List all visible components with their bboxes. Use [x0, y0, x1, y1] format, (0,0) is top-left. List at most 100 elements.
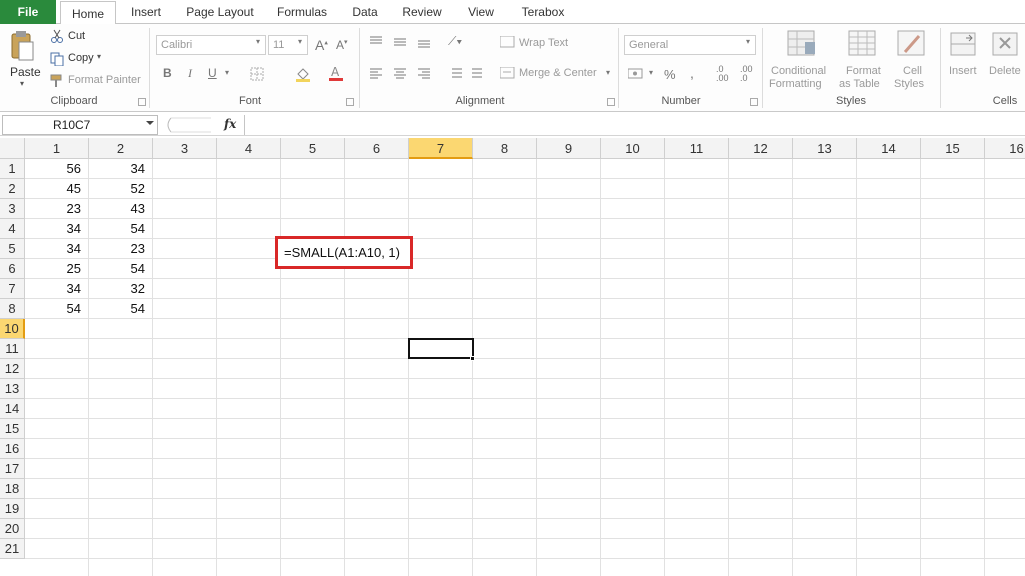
- cell-r4c2[interactable]: 54: [89, 219, 153, 239]
- tab-page-layout[interactable]: Page Layout: [184, 0, 256, 24]
- column-header-5[interactable]: 5: [281, 138, 345, 159]
- tab-terabox[interactable]: Terabox: [516, 0, 570, 24]
- decrease-decimal-icon[interactable]: .00.0: [740, 65, 753, 83]
- clipboard-launcher-icon[interactable]: [138, 98, 146, 106]
- cell-r3c2[interactable]: 43: [89, 199, 153, 219]
- row-header-15[interactable]: 15: [0, 419, 25, 439]
- merge-center-icon[interactable]: [499, 66, 516, 82]
- tab-review[interactable]: Review: [400, 0, 444, 24]
- cell-r2c1[interactable]: 45: [25, 179, 89, 199]
- row-header-12[interactable]: 12: [0, 359, 25, 379]
- column-header-15[interactable]: 15: [921, 138, 985, 159]
- row-header-1[interactable]: 1: [0, 159, 25, 179]
- row-header-20[interactable]: 20: [0, 519, 25, 539]
- tab-insert[interactable]: Insert: [126, 0, 166, 24]
- bold-button[interactable]: B: [163, 66, 172, 80]
- insert-cells-button[interactable]: Insert: [949, 65, 977, 77]
- italic-button[interactable]: I: [188, 66, 192, 81]
- accounting-dropdown-icon[interactable]: ▾: [649, 68, 653, 77]
- font-launcher-icon[interactable]: [346, 98, 354, 106]
- cut-button[interactable]: Cut: [68, 30, 85, 42]
- cell-styles-icon[interactable]: [897, 30, 927, 61]
- copy-button[interactable]: Copy: [68, 52, 94, 64]
- indent-icon[interactable]: [446, 67, 484, 84]
- tab-file[interactable]: File: [0, 0, 56, 24]
- borders-icon[interactable]: [250, 67, 264, 84]
- row-header-5[interactable]: 5: [0, 239, 25, 259]
- cell-r7c2[interactable]: 32: [89, 279, 153, 299]
- number-launcher-icon[interactable]: [750, 98, 758, 106]
- copy-dropdown-icon[interactable]: ▾: [97, 52, 101, 61]
- column-header-14[interactable]: 14: [857, 138, 921, 159]
- insert-function-button[interactable]: fx: [224, 117, 236, 131]
- fill-color-icon[interactable]: [295, 66, 311, 85]
- column-header-9[interactable]: 9: [537, 138, 601, 159]
- fill-handle[interactable]: [470, 356, 475, 361]
- column-header-6[interactable]: 6: [345, 138, 409, 159]
- row-header-14[interactable]: 14: [0, 399, 25, 419]
- format-as-table-button[interactable]: Format: [846, 65, 881, 77]
- row-header-13[interactable]: 13: [0, 379, 25, 399]
- row-header-17[interactable]: 17: [0, 459, 25, 479]
- tab-home[interactable]: Home: [60, 1, 116, 25]
- cell-r5c2[interactable]: 23: [89, 239, 153, 259]
- cell-r1c2[interactable]: 34: [89, 159, 153, 179]
- conditional-formatting-icon[interactable]: [787, 30, 817, 61]
- cut-icon[interactable]: [50, 29, 64, 46]
- shrink-font-icon[interactable]: A▾: [336, 38, 348, 52]
- cell-r3c1[interactable]: 23: [25, 199, 89, 219]
- column-header-8[interactable]: 8: [473, 138, 537, 159]
- column-header-11[interactable]: 11: [665, 138, 729, 159]
- cell-r8c2[interactable]: 54: [89, 299, 153, 319]
- conditional-formatting-button[interactable]: Conditional: [771, 65, 826, 77]
- paste-button[interactable]: Paste: [10, 65, 41, 79]
- underline-button[interactable]: U: [208, 66, 217, 80]
- wrap-text-button[interactable]: Wrap Text: [519, 37, 568, 49]
- cell-r8c1[interactable]: 54: [25, 299, 89, 319]
- format-painter-icon[interactable]: [50, 74, 64, 91]
- cell-r2c2[interactable]: 52: [89, 179, 153, 199]
- cell-r6c2[interactable]: 54: [89, 259, 153, 279]
- cell-styles-button[interactable]: Cell: [903, 65, 922, 77]
- font-name-dropdown[interactable]: Calibri: [156, 35, 266, 55]
- cell-r5c1[interactable]: 34: [25, 239, 89, 259]
- cell-r7c1[interactable]: 34: [25, 279, 89, 299]
- tab-view[interactable]: View: [464, 0, 498, 24]
- cell-r1c1[interactable]: 56: [25, 159, 89, 179]
- font-color-icon[interactable]: A: [328, 65, 344, 84]
- format-painter-button[interactable]: Format Painter: [68, 74, 141, 86]
- underline-dropdown-icon[interactable]: ▾: [225, 68, 229, 77]
- active-cell-cursor[interactable]: [408, 338, 474, 359]
- column-header-2[interactable]: 2: [89, 138, 153, 159]
- formula-highlight-box[interactable]: =SMALL(A1:A10, 1): [275, 236, 413, 269]
- row-header-8[interactable]: 8: [0, 299, 25, 319]
- row-header-19[interactable]: 19: [0, 499, 25, 519]
- wrap-text-icon[interactable]: [499, 35, 516, 51]
- grow-font-icon[interactable]: A▴: [315, 37, 328, 53]
- tab-data[interactable]: Data: [348, 0, 382, 24]
- merge-dropdown-icon[interactable]: ▾: [606, 68, 610, 77]
- cell-r6c1[interactable]: 25: [25, 259, 89, 279]
- column-header-1[interactable]: 1: [25, 138, 89, 159]
- row-header-21[interactable]: 21: [0, 539, 25, 559]
- paste-dropdown-icon[interactable]: ▾: [20, 79, 24, 88]
- column-header-10[interactable]: 10: [601, 138, 665, 159]
- row-header-3[interactable]: 3: [0, 199, 25, 219]
- column-header-4[interactable]: 4: [217, 138, 281, 159]
- comma-style-button[interactable]: ,: [690, 65, 694, 81]
- column-header-12[interactable]: 12: [729, 138, 793, 159]
- column-header-16[interactable]: 16: [985, 138, 1025, 159]
- increase-decimal-icon[interactable]: .0.00: [716, 65, 729, 83]
- paste-icon[interactable]: [10, 30, 36, 64]
- row-header-6[interactable]: 6: [0, 259, 25, 279]
- delete-cells-button[interactable]: Delete: [989, 65, 1021, 77]
- format-as-table-icon[interactable]: [848, 30, 878, 61]
- row-header-4[interactable]: 4: [0, 219, 25, 239]
- orientation-icon[interactable]: ⟋▾: [448, 34, 462, 49]
- formula-input[interactable]: [244, 115, 1024, 135]
- align-left-icon[interactable]: [368, 67, 434, 84]
- name-box-dropdown-icon[interactable]: [146, 121, 154, 125]
- column-header-13[interactable]: 13: [793, 138, 857, 159]
- cell-r4c1[interactable]: 34: [25, 219, 89, 239]
- column-header-3[interactable]: 3: [153, 138, 217, 159]
